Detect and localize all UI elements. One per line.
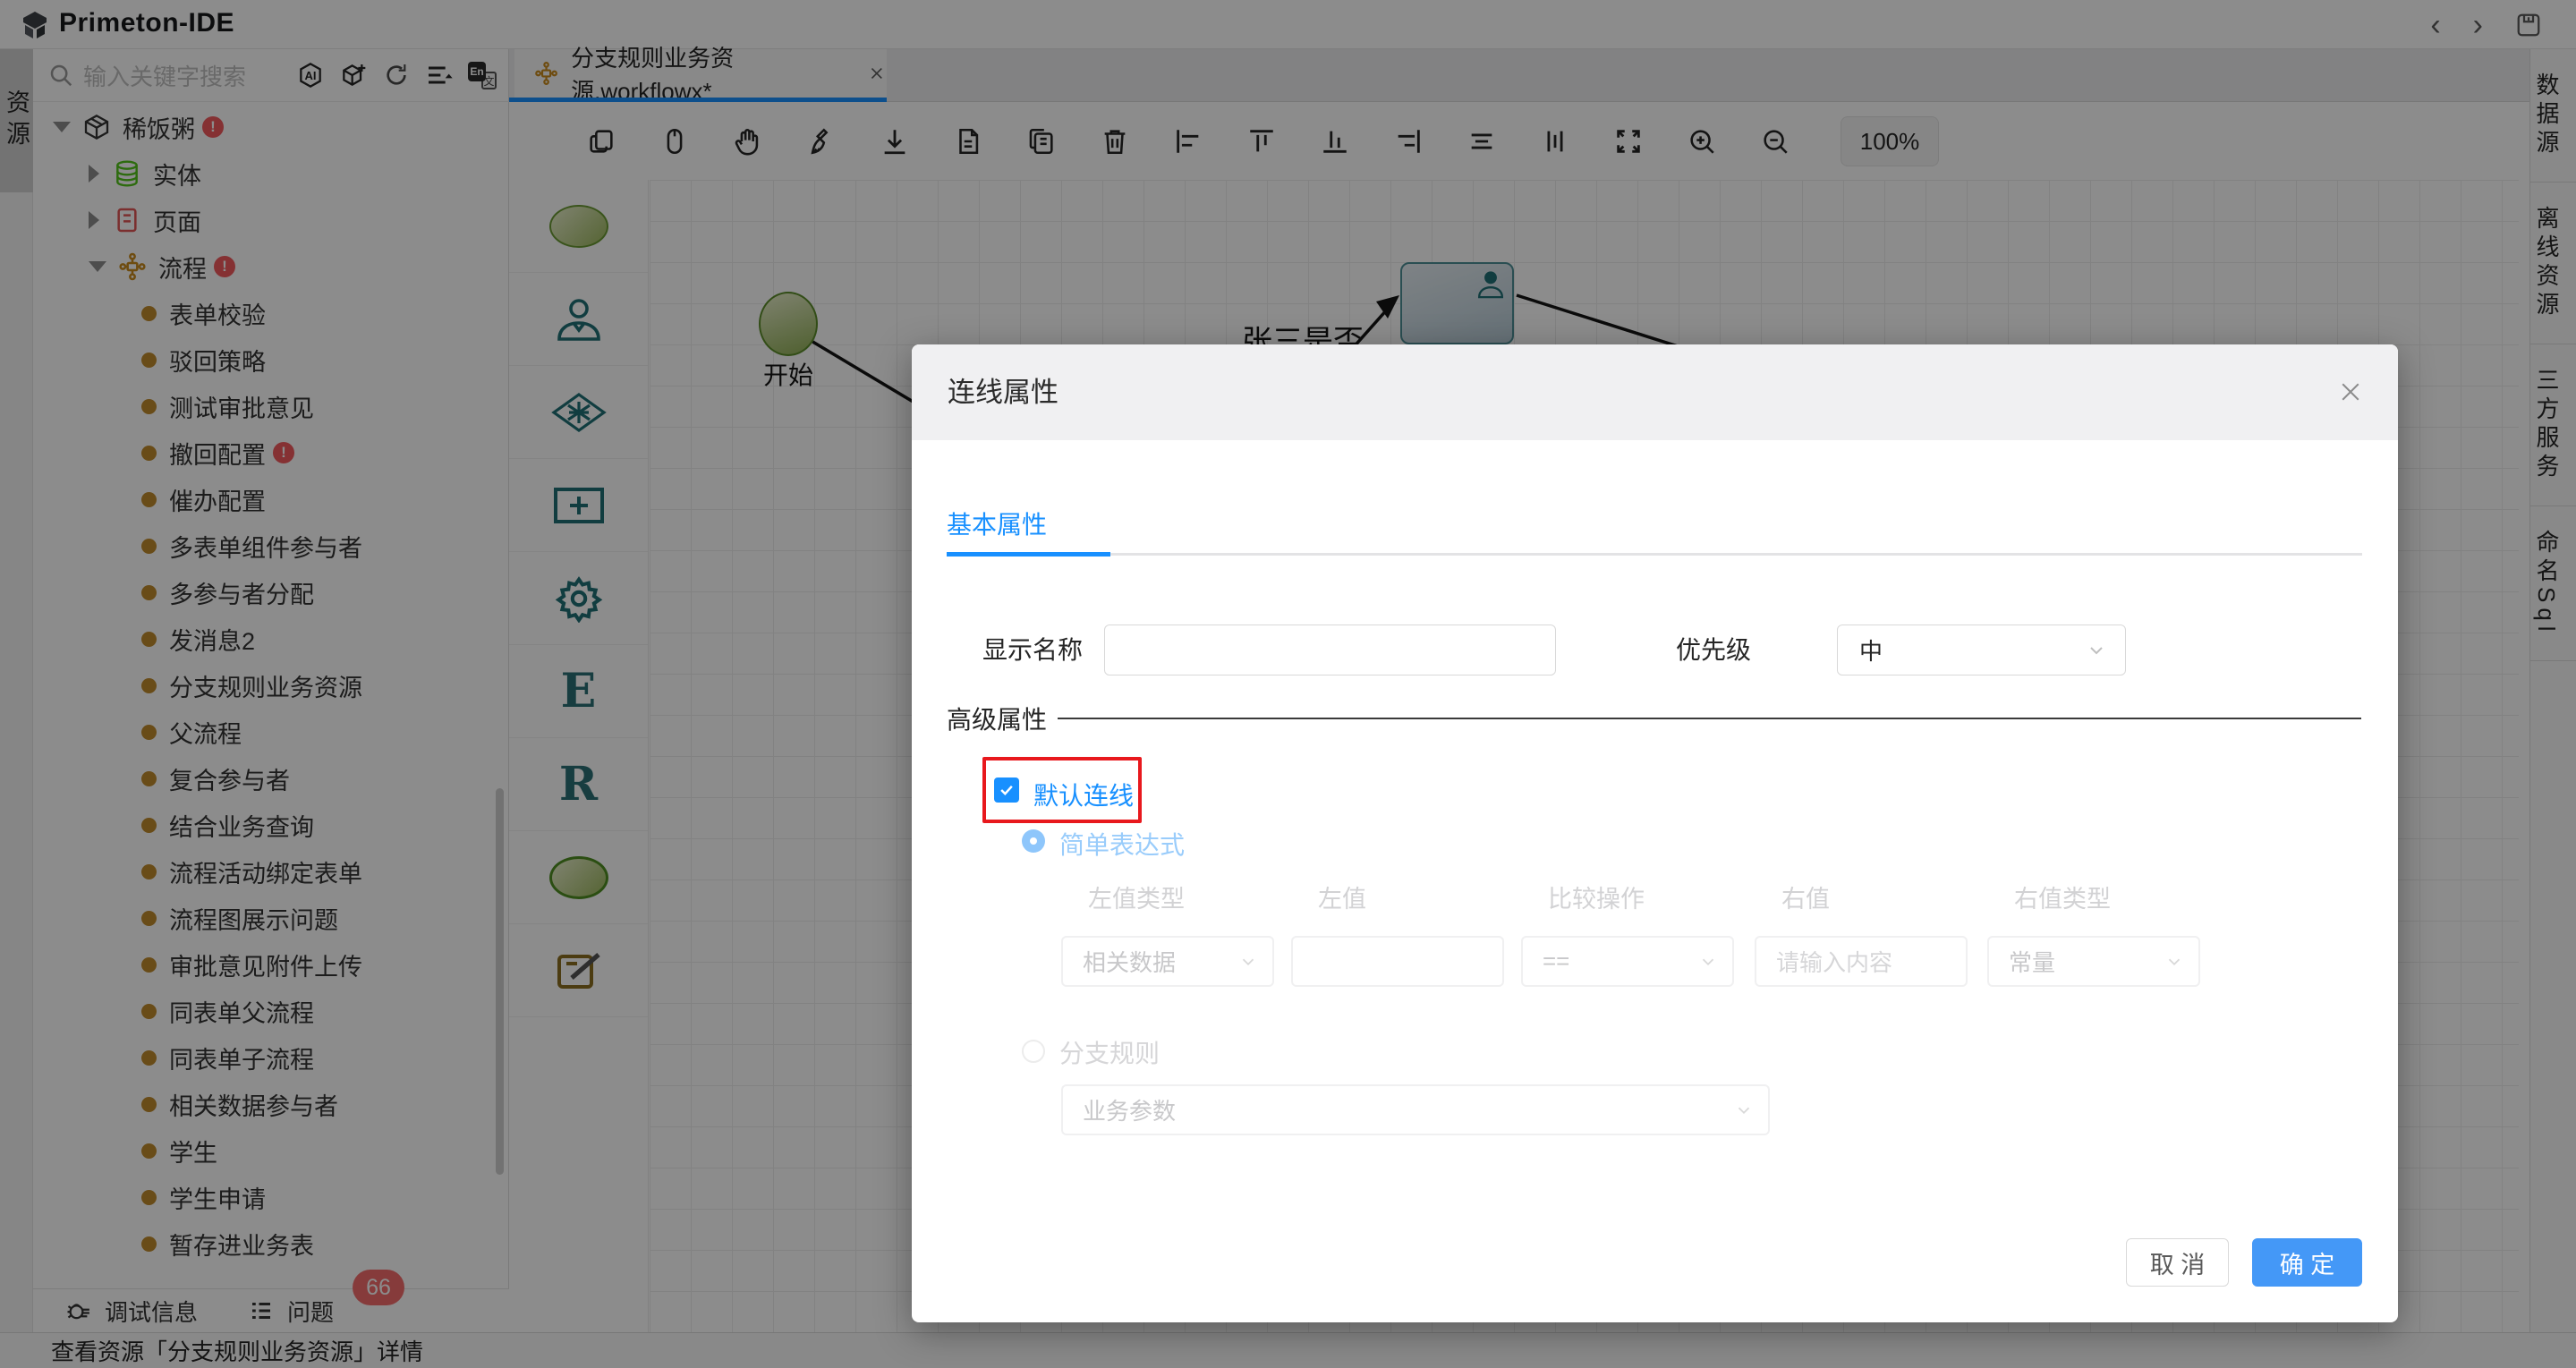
left-type-column-label: 左值类型 [1088, 886, 1185, 913]
primeton-ide-window: Primeton-IDE ‹ › 资源 输入关键字搜索 AI 文 En 稀饭粥 … [0, 0, 2576, 1368]
dialog-header: 连线属性 [912, 344, 2398, 440]
chevron-down-icon [2090, 646, 2103, 654]
tab-divider-line [1110, 553, 2362, 556]
priority-select[interactable]: 中 [1837, 625, 2126, 676]
priority-label: 优先级 [1676, 636, 1752, 664]
operator-column-label: 比较操作 [1548, 886, 1645, 913]
left-value-column-label: 左值 [1318, 886, 1366, 913]
confirm-button[interactable]: 确 定 [2252, 1238, 2362, 1287]
operator-select[interactable]: == [1521, 936, 1734, 987]
simple-expression-radio[interactable] [1022, 829, 1045, 853]
tab-basic-properties[interactable]: 基本属性 [947, 506, 1047, 541]
branch-rule-radio[interactable] [1022, 1040, 1045, 1063]
chevron-down-icon [2168, 958, 2181, 965]
branch-param-select[interactable]: 业务参数 [1061, 1084, 1770, 1135]
section-divider [1058, 718, 2361, 719]
connection-properties-dialog: 连线属性 基本属性 显示名称 优先级 中 高级属性 默认连线 简单表达式 左值类… [912, 344, 2398, 1322]
display-name-input[interactable] [1104, 625, 1556, 676]
chevron-down-icon [1242, 958, 1254, 965]
simple-expression-label: 简单表达式 [1059, 831, 1186, 859]
left-value-input[interactable] [1291, 936, 1504, 987]
right-type-select[interactable]: 常量 [1987, 936, 2200, 987]
chevron-down-icon [1738, 1107, 1750, 1114]
left-type-select[interactable]: 相关数据 [1061, 936, 1274, 987]
chevron-down-icon [1702, 958, 1714, 965]
display-name-label: 显示名称 [982, 636, 1084, 664]
cancel-button[interactable]: 取 消 [2126, 1238, 2229, 1287]
advanced-section-label: 高级属性 [947, 706, 1048, 734]
branch-rule-label: 分支规则 [1059, 1040, 1160, 1067]
highlight-annotation-box [982, 757, 1142, 823]
right-type-column-label: 右值类型 [2014, 886, 2111, 913]
right-value-column-label: 右值 [1781, 886, 1830, 913]
active-tab-underline [947, 552, 1110, 557]
dialog-close-icon[interactable] [2337, 378, 2364, 405]
dialog-title: 连线属性 [948, 377, 1058, 408]
right-value-input[interactable]: 请输入内容 [1755, 936, 1968, 987]
